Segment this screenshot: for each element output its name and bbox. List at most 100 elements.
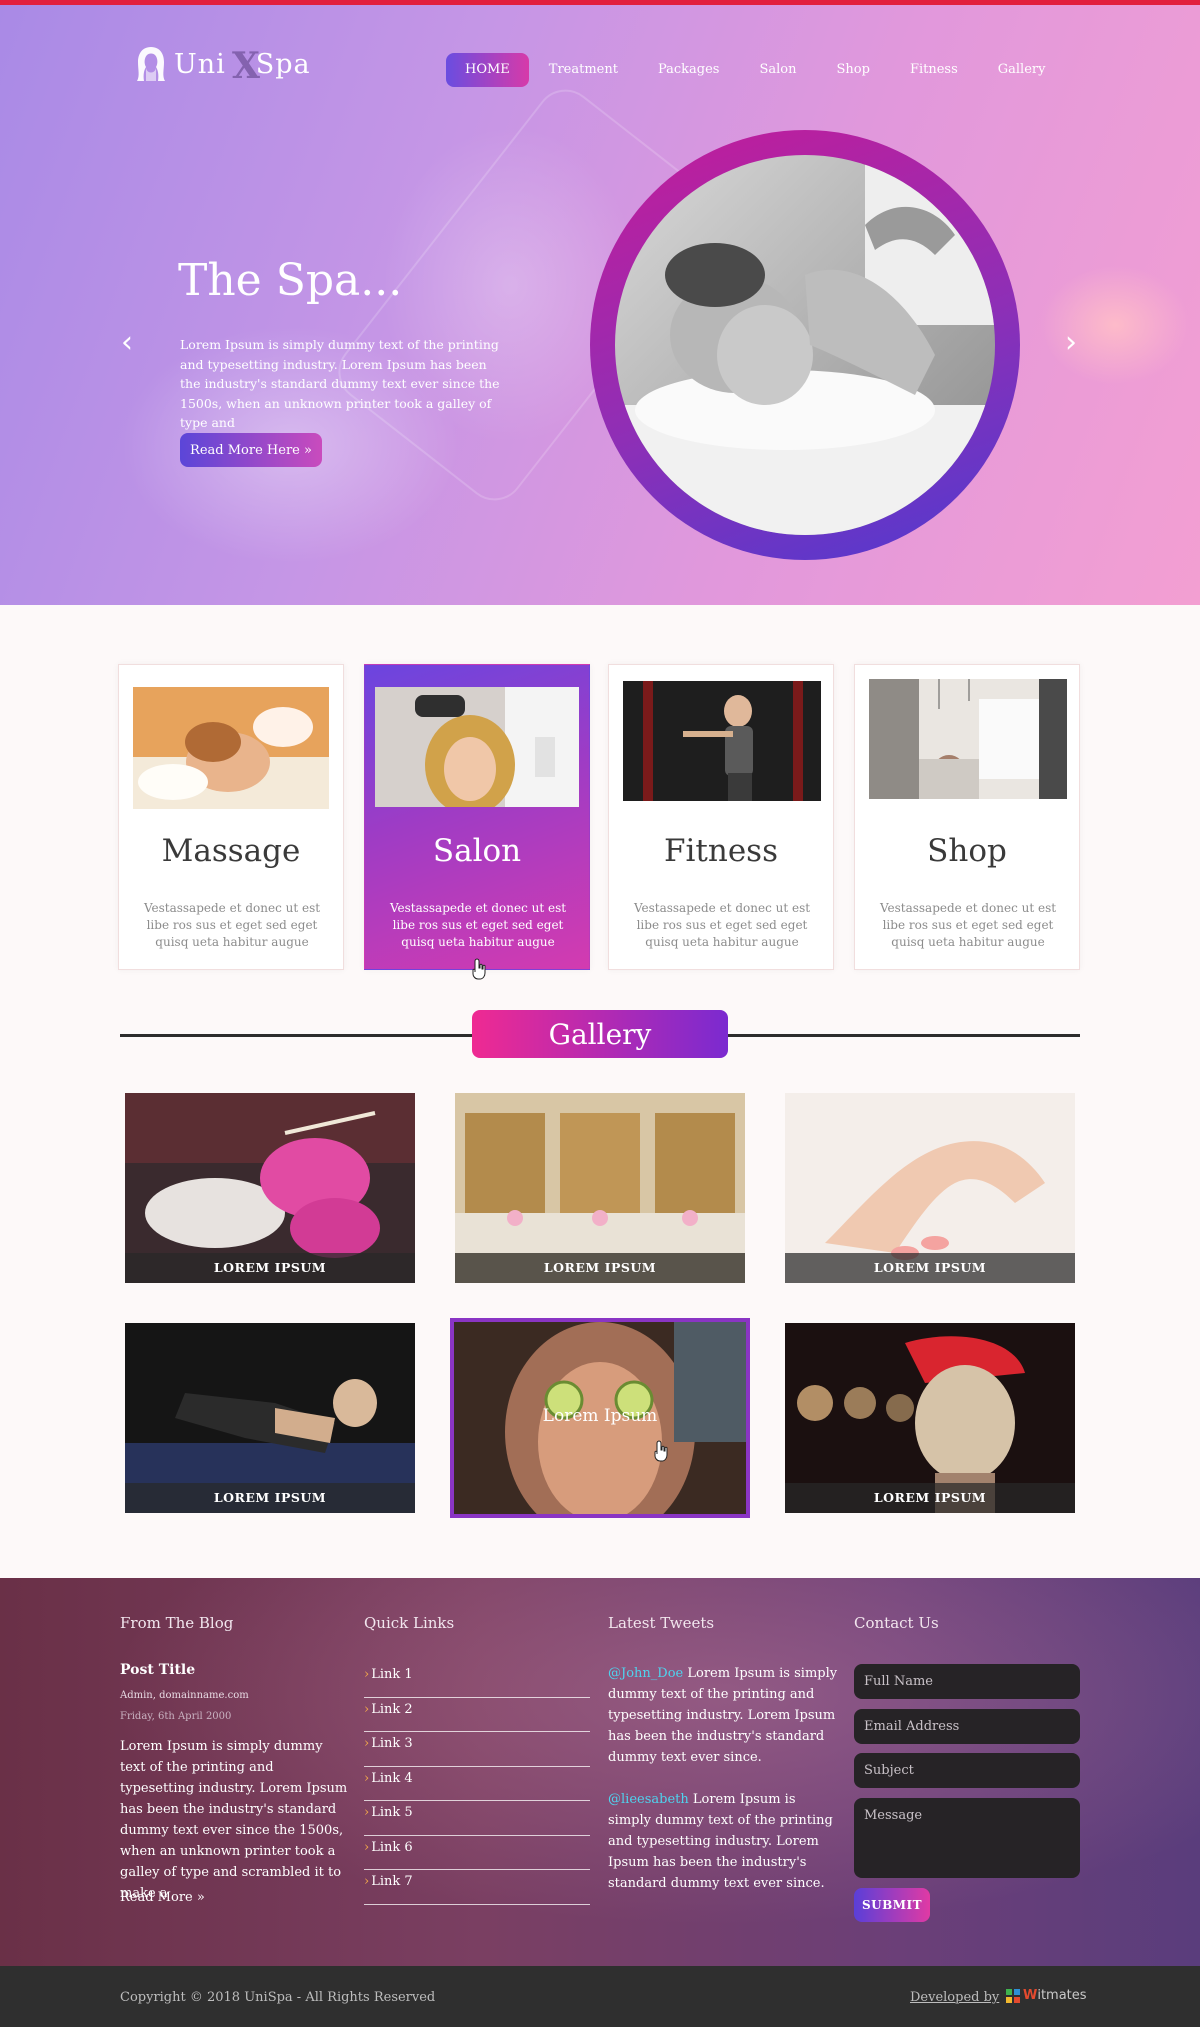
quick-link-label: Link 3	[371, 1736, 413, 1751]
gallery-caption-hover: Lorem Ipsum	[542, 1406, 658, 1426]
nav-home[interactable]: HOME	[446, 53, 529, 87]
services-section: Massage Vestassapede et donec ut est lib…	[118, 664, 1080, 970]
nav-treatment[interactable]: Treatment	[529, 53, 638, 87]
witmates-w: W	[1023, 1988, 1038, 2003]
nav-gallery[interactable]: Gallery	[978, 53, 1066, 87]
witmates-logo[interactable]: Witmates	[1006, 1988, 1087, 2003]
quick-link-label: Link 5	[371, 1805, 413, 1820]
service-title: Massage	[161, 833, 301, 869]
nav-packages[interactable]: Packages	[638, 53, 740, 87]
gallery-caption: LOREM IPSUM	[125, 1483, 415, 1513]
chevron-right-icon[interactable]: ›	[1060, 327, 1082, 359]
blog-post-body: Lorem Ipsum is simply dummy text of the …	[120, 1739, 348, 1901]
service-title: Salon	[432, 833, 522, 869]
nav-fitness[interactable]: Fitness	[890, 53, 978, 87]
service-desc: Vestassapede et donec ut est libe ros su…	[879, 901, 1057, 949]
hand-cursor-icon	[654, 1440, 668, 1462]
gallery-item-hand[interactable]: LOREM IPSUM	[785, 1093, 1075, 1283]
witmates-rest: itmates	[1037, 1988, 1087, 2003]
hand-cursor-icon	[472, 958, 486, 980]
witmates-mark-icon	[1006, 1988, 1020, 2003]
chevron-left-icon[interactable]: ‹	[116, 327, 138, 359]
site-logo[interactable]: Uni Spa X	[134, 41, 311, 87]
subject-field[interactable]: Subject	[854, 1753, 1080, 1788]
gallery-item-workout[interactable]: LOREM IPSUM	[125, 1323, 415, 1513]
witmates-wordmark: Witmates	[1023, 1988, 1087, 2003]
hero-text: Lorem Ipsum is simply dummy text of the …	[180, 337, 500, 430]
quick-link-label: Link 1	[371, 1667, 413, 1682]
hero-title: The Spa...	[178, 255, 403, 306]
chevron-right-icon: ›	[364, 1736, 370, 1751]
salon-image	[375, 687, 579, 807]
service-desc: Vestassapede et donec ut est libe ros su…	[389, 901, 567, 949]
gallery-item-cucumber-mask[interactable]: Lorem Ipsum	[450, 1318, 750, 1518]
contact-heading: Contact Us	[854, 1614, 939, 1632]
quick-links-heading: Quick Links	[364, 1614, 455, 1632]
chevron-right-icon: ›	[364, 1667, 370, 1682]
contact-form: Full Name Email Address Subject Message …	[854, 1664, 1080, 1922]
blog-post-meta: Admin, domainname.com	[120, 1690, 249, 1701]
quick-link[interactable]: › Link 3	[364, 1732, 590, 1767]
gallery-item-pedicure-room[interactable]: LOREM IPSUM	[455, 1093, 745, 1283]
copyright-text: Copyright © 2018 UniSpa - All Rights Res…	[120, 1990, 436, 2005]
brand-x-mark: X	[232, 44, 261, 87]
chevron-right-icon: ›	[364, 1701, 370, 1717]
quick-link-label: Link 2	[371, 1701, 413, 1717]
gallery-item-face-mask[interactable]: LOREM IPSUM	[785, 1323, 1075, 1513]
tweet-handle[interactable]: @lieesabeth	[608, 1792, 689, 1807]
gallery-item-nails[interactable]: LOREM IPSUM	[125, 1093, 415, 1283]
gallery-caption: LOREM IPSUM	[125, 1253, 415, 1283]
massage-photo	[615, 155, 995, 535]
gallery-caption: LOREM IPSUM	[785, 1483, 1075, 1513]
blog-post-title[interactable]: Post Title	[120, 1662, 195, 1678]
massage-image	[133, 687, 329, 809]
hero-bg-candle	[1040, 265, 1190, 385]
service-card-fitness[interactable]: Fitness Vestassapede et donec ut est lib…	[608, 664, 834, 970]
tweet: @lieesabeth Lorem Ipsum is simply dummy …	[608, 1789, 840, 1894]
service-card-shop[interactable]: Shop Vestassapede et donec ut est libe r…	[854, 664, 1080, 970]
read-more-here-button[interactable]: Read More Here »	[180, 433, 322, 467]
nav-salon[interactable]: Salon	[739, 53, 816, 87]
brand-name: Uni Spa X	[174, 45, 311, 87]
service-card-salon[interactable]: Salon Vestassapede et donec ut est libe …	[364, 664, 590, 970]
tweet-handle[interactable]: @John_Doe	[608, 1666, 683, 1681]
tweet: @John_Doe Lorem Ipsum is simply dummy te…	[608, 1663, 840, 1768]
woman-head-logo-icon	[137, 47, 165, 81]
hero-banner: Uni Spa X HOME Treatment Packages Salon S…	[0, 5, 1200, 605]
developed-by-link[interactable]: Developed by	[910, 1990, 999, 2005]
service-card-massage[interactable]: Massage Vestassapede et donec ut est lib…	[118, 664, 344, 970]
nav-shop[interactable]: Shop	[817, 53, 890, 87]
bottom-bar: Copyright © 2018 UniSpa - All Rights Res…	[0, 1966, 1200, 2027]
full-name-field[interactable]: Full Name	[854, 1664, 1080, 1699]
email-field[interactable]: Email Address	[854, 1708, 1080, 1744]
submit-button[interactable]: SUBMIT	[854, 1887, 930, 1922]
chevron-right-icon: ›	[364, 1874, 370, 1889]
gallery-caption: LOREM IPSUM	[455, 1253, 745, 1283]
brand-left: Uni	[174, 48, 226, 80]
quick-link-label: Link 7	[371, 1874, 413, 1889]
gallery-title: Gallery	[472, 1010, 728, 1058]
main-nav: HOME Treatment Packages Salon Shop Fitne…	[446, 53, 1065, 87]
quick-link[interactable]: › Link 2	[364, 1698, 590, 1732]
hero-image-ring	[590, 130, 1020, 560]
tweets-heading: Latest Tweets	[608, 1614, 715, 1632]
quick-link[interactable]: › Link 4	[364, 1767, 590, 1801]
message-field[interactable]: Message	[854, 1797, 1080, 1878]
service-title: Shop	[927, 833, 1007, 869]
blog-read-more-link[interactable]: Read More »	[120, 1890, 205, 1905]
service-desc: Vestassapede et donec ut est libe ros su…	[633, 901, 811, 949]
blog-post-date: Friday, 6th April 2000	[120, 1711, 232, 1722]
quick-link[interactable]: › Link 1	[364, 1663, 590, 1698]
chevron-right-icon: ›	[364, 1770, 370, 1786]
chevron-right-icon: ›	[364, 1839, 370, 1855]
blog-heading: From The Blog	[120, 1614, 234, 1632]
quick-link[interactable]: › Link 7	[364, 1870, 590, 1905]
tweets-list: @John_Doe Lorem Ipsum is simply dummy te…	[608, 1663, 840, 1915]
quick-links-list: › Link 1 › Link 2 › Link 3 › Link 4 › Link 5 …	[364, 1663, 590, 1905]
quick-link[interactable]: › Link 6	[364, 1836, 590, 1870]
service-title: Fitness	[663, 833, 778, 869]
quick-link-label: Link 4	[371, 1770, 413, 1786]
fitness-image	[623, 681, 821, 801]
quick-link[interactable]: › Link 5	[364, 1801, 590, 1836]
chevron-right-icon: ›	[364, 1805, 370, 1820]
